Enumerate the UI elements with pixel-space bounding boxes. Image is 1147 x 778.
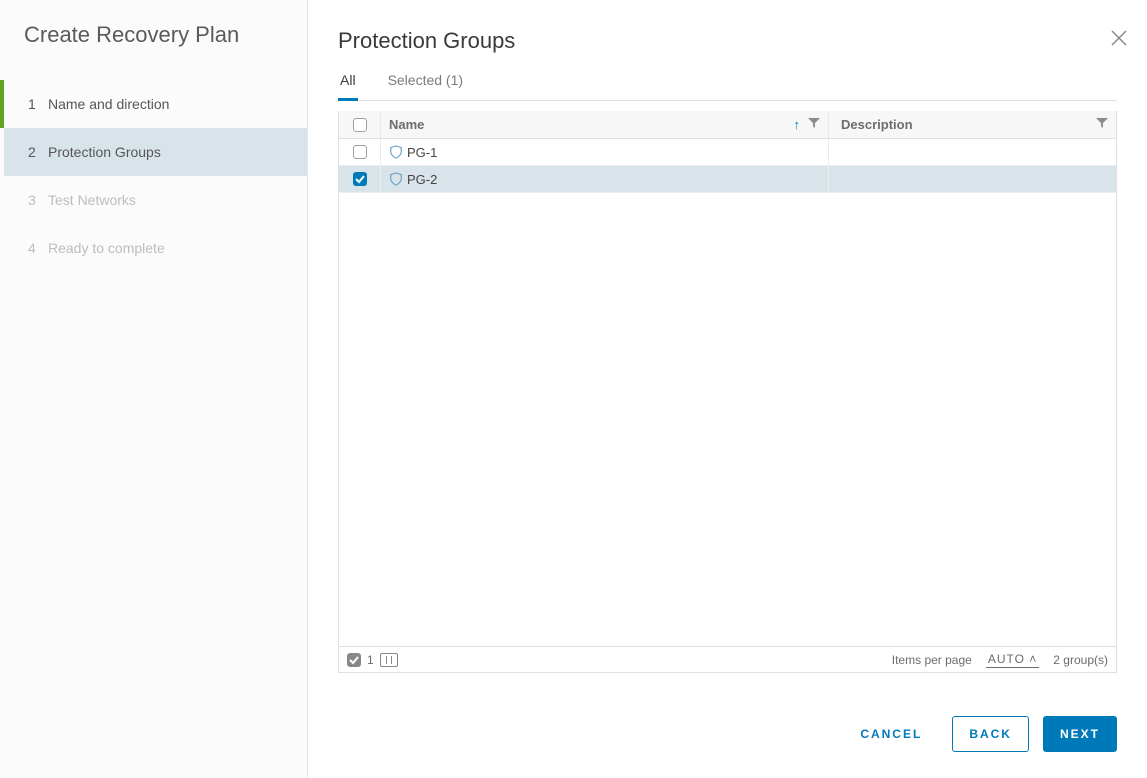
wizard-step-protection-groups[interactable]: 2 Protection Groups xyxy=(0,128,307,176)
row-checkbox-cell xyxy=(339,166,381,192)
table-body: PG-1 PG-2 xyxy=(339,139,1116,646)
shield-icon xyxy=(389,145,403,159)
page-title: Protection Groups xyxy=(338,28,1117,54)
filter-icon[interactable] xyxy=(808,117,820,132)
row-checkbox[interactable] xyxy=(353,172,367,186)
row-name-cell: PG-2 xyxy=(381,166,829,192)
row-name: PG-1 xyxy=(407,145,437,160)
column-header-description[interactable]: Description xyxy=(829,111,1116,138)
step-number: 2 xyxy=(28,144,48,160)
table-row[interactable]: PG-2 xyxy=(339,166,1116,193)
selected-count: 1 xyxy=(367,653,374,667)
protection-groups-table: Name ↑ Description xyxy=(338,111,1117,673)
row-description-cell xyxy=(829,139,1116,165)
selected-indicator-icon xyxy=(347,653,361,667)
column-picker-icon[interactable] xyxy=(380,653,398,667)
row-name: PG-2 xyxy=(407,172,437,187)
footer-left: 1 xyxy=(347,653,398,667)
wizard-step-name-direction[interactable]: 1 Name and direction xyxy=(0,80,307,128)
step-label: Ready to complete xyxy=(48,240,165,256)
back-button[interactable]: BACK xyxy=(952,716,1029,752)
items-per-page-select[interactable]: AUTO ˄ xyxy=(986,652,1039,668)
wizard-title: Create Recovery Plan xyxy=(0,22,307,72)
tab-all[interactable]: All xyxy=(338,72,358,101)
wizard-step-test-networks: 3 Test Networks xyxy=(0,176,307,224)
step-label: Name and direction xyxy=(48,96,169,112)
footer-right: Items per page AUTO ˄ 2 group(s) xyxy=(892,652,1108,668)
step-number: 4 xyxy=(28,240,48,256)
chevron-up-icon: ˄ xyxy=(1029,652,1037,666)
wizard-content: Protection Groups All Selected (1) Name … xyxy=(308,0,1147,778)
step-number: 3 xyxy=(28,192,48,208)
column-label: Name xyxy=(389,117,424,132)
close-icon[interactable] xyxy=(1109,28,1129,48)
next-button[interactable]: NEXT xyxy=(1043,716,1117,752)
tab-selected[interactable]: Selected (1) xyxy=(386,72,465,100)
row-checkbox[interactable] xyxy=(353,145,367,159)
select-all-checkbox[interactable] xyxy=(353,118,367,132)
wizard-step-ready: 4 Ready to complete xyxy=(0,224,307,272)
wizard-sidebar: Create Recovery Plan 1 Name and directio… xyxy=(0,0,308,778)
total-count: 2 group(s) xyxy=(1053,653,1108,667)
wizard-actions: CANCEL BACK NEXT xyxy=(338,694,1117,778)
row-description-cell xyxy=(829,166,1116,192)
sort-asc-icon[interactable]: ↑ xyxy=(794,117,801,132)
table-footer: 1 Items per page AUTO ˄ 2 group(s) xyxy=(339,646,1116,672)
table-header: Name ↑ Description xyxy=(339,111,1116,139)
row-name-cell: PG-1 xyxy=(381,139,829,165)
table-row[interactable]: PG-1 xyxy=(339,139,1116,166)
column-label: Description xyxy=(841,117,913,132)
column-header-name[interactable]: Name ↑ xyxy=(381,111,829,138)
row-checkbox-cell xyxy=(339,139,381,165)
header-checkbox-cell xyxy=(339,111,381,138)
step-number: 1 xyxy=(28,96,48,112)
cancel-button[interactable]: CANCEL xyxy=(844,716,938,752)
step-label: Protection Groups xyxy=(48,144,161,160)
tabs: All Selected (1) xyxy=(338,72,1117,101)
filter-icon[interactable] xyxy=(1096,117,1108,132)
items-per-page-label: Items per page xyxy=(892,653,972,667)
shield-icon xyxy=(389,172,403,186)
step-label: Test Networks xyxy=(48,192,136,208)
wizard-steps: 1 Name and direction 2 Protection Groups… xyxy=(0,80,307,272)
